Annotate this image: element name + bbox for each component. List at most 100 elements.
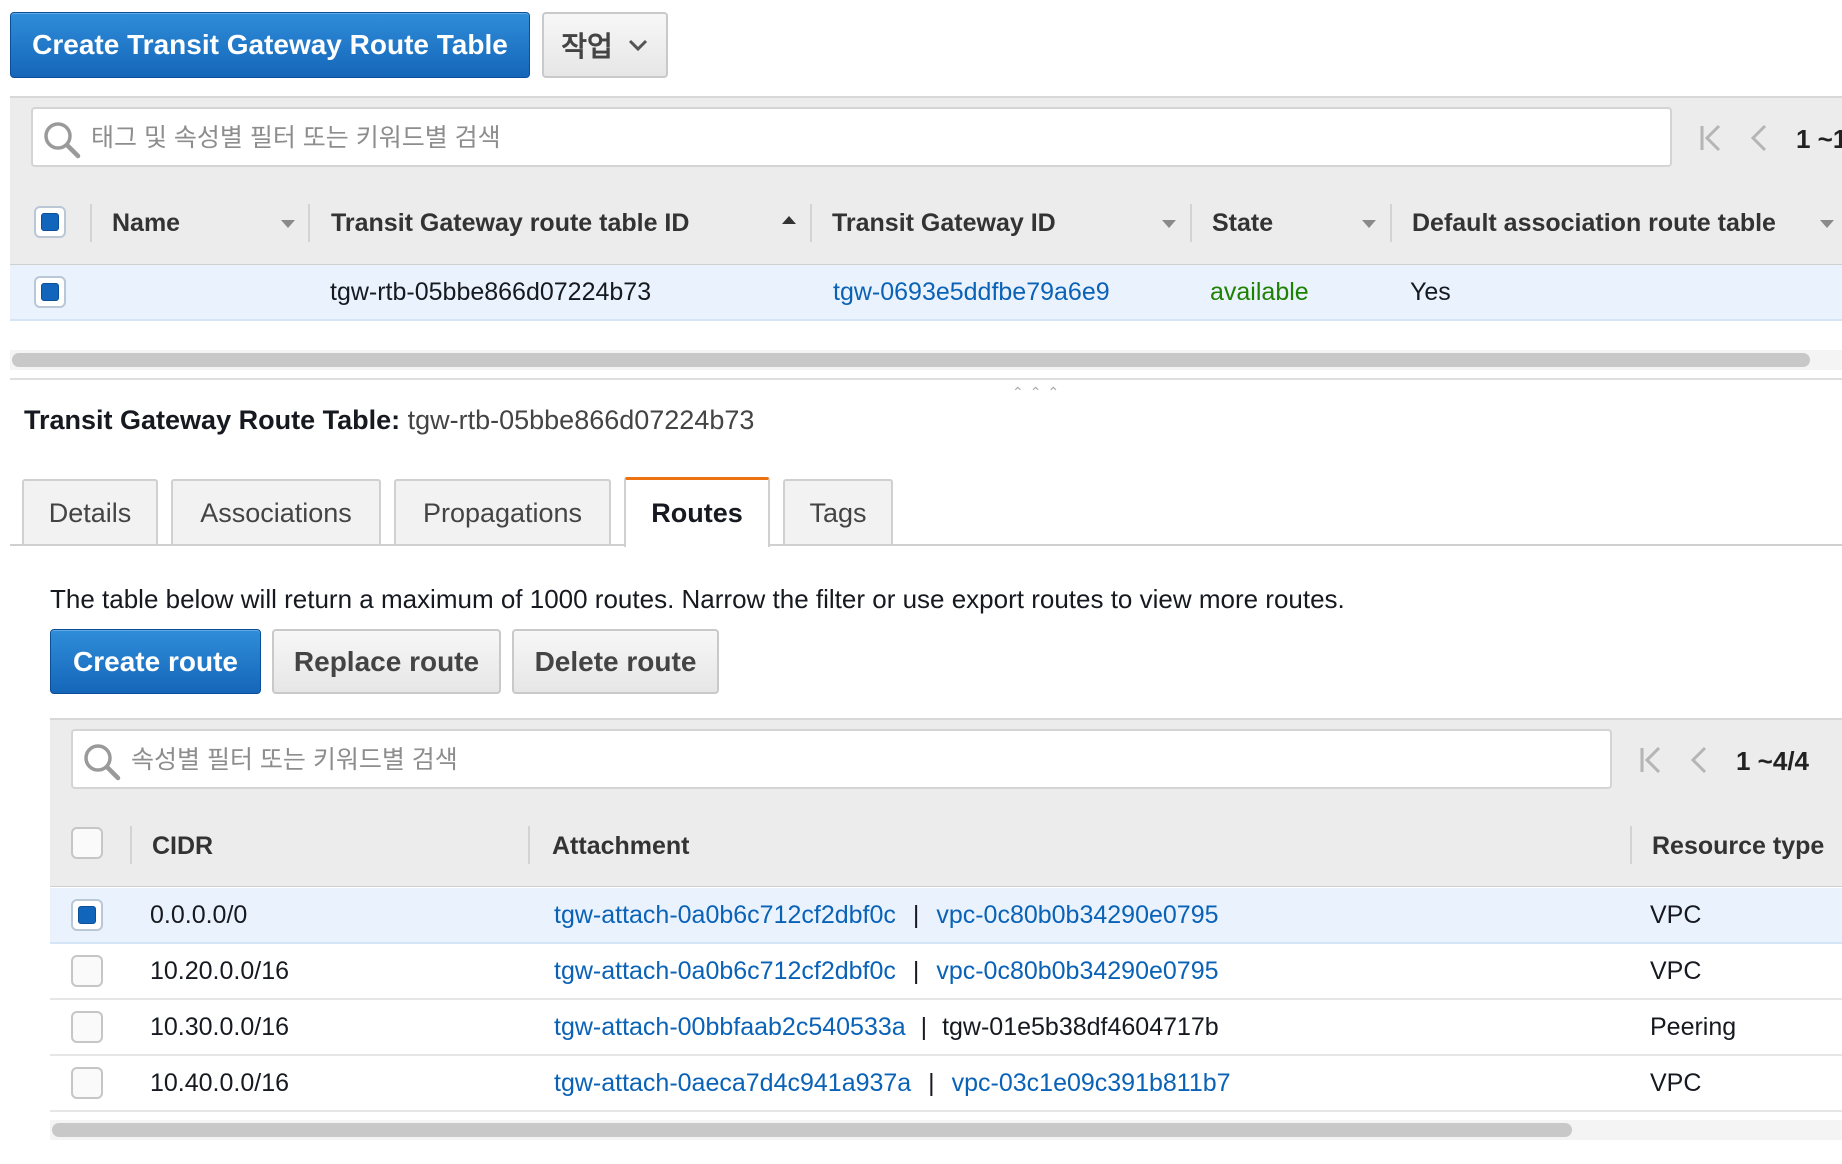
tab-tags[interactable]: Tags (783, 479, 893, 545)
top-pager-text: 1 ~1 (1796, 124, 1842, 154)
row-checkbox[interactable] (71, 1011, 103, 1043)
create-route-label: Create route (73, 645, 238, 677)
tab-label: Details (48, 497, 132, 528)
table-row[interactable]: 10.40.0.0/16 tgw-attach-0aeca7d4c941a937… (50, 1056, 1842, 1112)
table-row[interactable]: 10.30.0.0/16 tgw-attach-00bbfaab2c540533… (50, 1000, 1842, 1056)
tab-label: Tags (809, 497, 867, 528)
column-header-state[interactable]: State (1212, 209, 1273, 238)
sort-icon[interactable] (1820, 220, 1834, 228)
tab-propagations[interactable]: Propagations (394, 479, 611, 545)
column-header-default-association[interactable]: Default association route table (1412, 209, 1776, 238)
replace-route-label: Replace route (293, 645, 480, 677)
detail-title-value: tgw-rtb-05bbe866d07224b73 (407, 405, 755, 435)
routes-table-scrollbar[interactable] (50, 1120, 1842, 1140)
routes-search-box[interactable] (71, 729, 1612, 789)
row-checkbox[interactable] (34, 276, 66, 308)
tab-details[interactable]: Details (22, 479, 158, 545)
previous-page-icon[interactable] (1748, 122, 1770, 154)
column-header-name[interactable]: Name (112, 209, 180, 238)
create-transit-gateway-route-table-button[interactable]: Create Transit Gateway Route Table (10, 12, 530, 78)
top-table-scrollbar[interactable] (10, 350, 1842, 370)
scroll-thumb[interactable] (52, 1123, 1572, 1137)
attachment-value: tgw-attach-0a0b6c712cf2dbf0c | vpc-0c80b… (554, 957, 1219, 986)
tab-label: Routes (651, 498, 743, 528)
attachment-separator: | (912, 901, 920, 929)
chevron-down-icon (628, 39, 647, 52)
row-checkbox[interactable] (71, 899, 103, 931)
routes-notice: The table below will return a maximum of… (50, 584, 1345, 614)
search-icon (84, 744, 121, 781)
column-header-route-table-id[interactable]: Transit Gateway route table ID (331, 209, 689, 238)
column-header-attachment[interactable]: Attachment (552, 832, 690, 861)
tabs-baseline (770, 544, 1842, 546)
attachment-value: tgw-attach-0aeca7d4c941a937a | vpc-03c1e… (554, 1069, 1231, 1098)
column-header-cidr[interactable]: CIDR (152, 832, 213, 861)
split-pane-divider[interactable] (10, 378, 1842, 380)
attachment-separator: | (928, 1069, 935, 1097)
resize-handle-icon[interactable]: ⌃⌃⌃ (1012, 384, 1065, 401)
routes-search-input[interactable] (129, 741, 1593, 779)
table-row[interactable]: 10.20.0.0/16 tgw-attach-0a0b6c712cf2dbf0… (50, 944, 1842, 1000)
delete-route-button[interactable]: Delete route (512, 629, 719, 694)
route-table-id: tgw-rtb-05bbe866d07224b73 (330, 278, 652, 306)
resource-type-value: Peering (1650, 1013, 1737, 1041)
first-page-icon[interactable] (1697, 122, 1725, 154)
resource-type-value: VPC (1650, 901, 1702, 929)
tab-label: Propagations (422, 497, 583, 528)
select-all-checkbox[interactable] (71, 827, 103, 859)
detail-title: Transit Gateway Route Table: tgw-rtb-05b… (24, 405, 754, 436)
resource-type-value: VPC (1650, 957, 1702, 985)
attachment-value: tgw-attach-00bbfaab2c540533a | tgw-01e5b… (554, 1013, 1219, 1042)
detail-title-label: Transit Gateway Route Table: (24, 405, 401, 435)
attachment-link[interactable]: tgw-attach-00bbfaab2c540533a (554, 1013, 906, 1041)
actions-button-label: 작업 (561, 31, 613, 62)
resource-type-value: VPC (1650, 1069, 1702, 1097)
routes-table-header: CIDR Attachment Resource type (50, 804, 1842, 887)
tab-associations[interactable]: Associations (171, 479, 381, 545)
attachment-value: tgw-attach-0a0b6c712cf2dbf0c | vpc-0c80b… (554, 901, 1219, 930)
resource-value: tgw-01e5b38df4604717b (942, 1013, 1219, 1041)
sort-ascending-icon[interactable] (782, 216, 796, 224)
state-value: available (1210, 278, 1309, 306)
sort-icon[interactable] (1162, 220, 1176, 228)
first-page-icon[interactable] (1637, 744, 1665, 776)
column-header-tgw-id[interactable]: Transit Gateway ID (832, 209, 1056, 238)
replace-route-button[interactable]: Replace route (272, 629, 501, 694)
attachment-separator: | (912, 957, 920, 985)
delete-route-label: Delete route (534, 645, 697, 677)
create-button-label: Create Transit Gateway Route Table (32, 29, 508, 60)
attachment-separator: | (920, 1013, 928, 1041)
previous-page-icon[interactable] (1688, 744, 1710, 776)
routes-pager-text: 1 ~4/4 (1736, 746, 1810, 776)
select-all-checkbox[interactable] (34, 206, 66, 238)
scroll-thumb[interactable] (12, 353, 1810, 367)
tab-routes[interactable]: Routes (624, 477, 770, 547)
top-search-box[interactable] (31, 107, 1672, 167)
attachment-link[interactable]: tgw-attach-0a0b6c712cf2dbf0c (554, 957, 896, 985)
attachment-link[interactable]: tgw-attach-0a0b6c712cf2dbf0c (554, 901, 896, 929)
resource-link[interactable]: vpc-03c1e09c391b811b7 (952, 1069, 1231, 1097)
attachment-link[interactable]: tgw-attach-0aeca7d4c941a937a (554, 1069, 911, 1097)
resource-link[interactable]: vpc-0c80b0b34290e0795 (936, 901, 1218, 929)
cidr-value: 10.30.0.0/16 (150, 1013, 290, 1041)
cidr-value: 10.40.0.0/16 (150, 1069, 290, 1097)
cidr-value: 10.20.0.0/16 (150, 957, 290, 985)
top-search-input[interactable] (89, 119, 1653, 157)
row-checkbox[interactable] (71, 955, 103, 987)
table-row[interactable]: 0.0.0.0/0 tgw-attach-0a0b6c712cf2dbf0c |… (50, 888, 1842, 944)
row-checkbox[interactable] (71, 1067, 103, 1099)
sort-icon[interactable] (281, 220, 295, 228)
tab-label: Associations (200, 497, 352, 528)
sort-icon[interactable] (1362, 220, 1376, 228)
transit-gateway-id-link[interactable]: tgw-0693e5ddfbe79a6e9 (833, 278, 1110, 307)
resource-link[interactable]: vpc-0c80b0b34290e0795 (936, 957, 1218, 985)
top-table-header: Name Transit Gateway route table ID Tran… (10, 180, 1842, 265)
search-icon (44, 122, 81, 159)
create-route-button[interactable]: Create route (50, 629, 261, 694)
cidr-value: 0.0.0.0/0 (150, 901, 248, 929)
column-header-resource-type[interactable]: Resource type (1652, 832, 1824, 861)
actions-dropdown-button[interactable]: 작업 (542, 12, 668, 78)
tabs-baseline (10, 544, 624, 546)
table-row[interactable]: tgw-rtb-05bbe866d07224b73 tgw-0693e5ddfb… (10, 265, 1842, 321)
default-association-value: Yes (1410, 278, 1451, 306)
